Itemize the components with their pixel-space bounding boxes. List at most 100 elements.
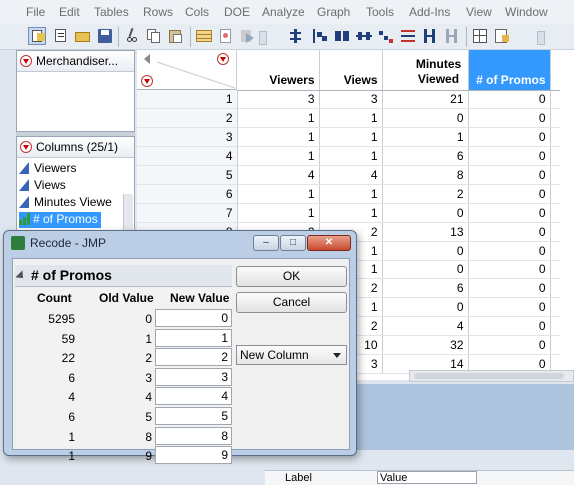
table-row[interactable]: 1110 bbox=[237, 127, 560, 148]
table-row[interactable]: 3 3 21 0 bbox=[237, 90, 560, 110]
scrollbar-thumb[interactable] bbox=[414, 373, 564, 379]
table-cell[interactable]: 0 bbox=[382, 260, 469, 280]
close-button[interactable]: ✕ bbox=[307, 235, 351, 251]
table-cell[interactable]: 4 bbox=[237, 165, 320, 185]
table-row[interactable]: 1160 bbox=[237, 146, 560, 167]
column-item-viewers[interactable]: Viewers bbox=[19, 161, 76, 177]
new-table-icon[interactable] bbox=[28, 27, 46, 45]
header-views[interactable]: Views bbox=[319, 50, 383, 91]
menu-analyze[interactable]: Analyze bbox=[262, 5, 305, 19]
table-cell[interactable]: 21 bbox=[382, 90, 469, 110]
recode-new-value-input[interactable]: 5 bbox=[155, 407, 232, 425]
row-number[interactable]: 6 bbox=[137, 184, 238, 204]
table-cell[interactable]: 0 bbox=[468, 335, 551, 355]
table-cell[interactable]: 4 bbox=[319, 165, 383, 185]
fit-y-by-x-icon[interactable] bbox=[311, 27, 329, 45]
table-cell[interactable]: 1 bbox=[319, 108, 383, 129]
recode-new-value-input[interactable]: 2 bbox=[155, 348, 232, 367]
header-viewers[interactable]: Viewers bbox=[237, 50, 320, 91]
row-number[interactable]: 7 bbox=[137, 203, 238, 223]
table-cell[interactable]: 0 bbox=[382, 203, 469, 223]
table-cell[interactable]: 13 bbox=[382, 222, 469, 242]
table-cell[interactable]: 2 bbox=[382, 184, 469, 204]
recode-new-value-input[interactable]: 0 bbox=[155, 309, 232, 327]
table-cell[interactable]: 0 bbox=[382, 297, 469, 318]
column-item-num-promos[interactable]: # of Promos bbox=[19, 212, 101, 228]
table-cell[interactable]: 1 bbox=[237, 146, 320, 167]
table-cell[interactable]: 4 bbox=[382, 316, 469, 337]
control-chart-icon[interactable] bbox=[399, 27, 417, 45]
row-number-row[interactable]: 6 bbox=[137, 184, 238, 204]
table-cell[interactable]: 0 bbox=[382, 108, 469, 129]
table-cell[interactable]: 0 bbox=[468, 127, 551, 148]
paste-icon[interactable] bbox=[167, 27, 185, 45]
menu-rows[interactable]: Rows bbox=[143, 5, 173, 19]
table-cell[interactable]: 1 bbox=[237, 203, 320, 223]
table-cell[interactable]: 0 bbox=[468, 165, 551, 185]
layout-icon[interactable] bbox=[443, 27, 461, 45]
row-number-row[interactable]: 1 bbox=[137, 90, 238, 110]
table-row[interactable]: 1100 bbox=[237, 203, 560, 223]
new-script-icon[interactable] bbox=[52, 27, 70, 45]
cancel-button[interactable]: Cancel bbox=[236, 292, 347, 313]
menu-view[interactable]: View bbox=[466, 5, 492, 19]
horizontal-scrollbar[interactable] bbox=[409, 370, 574, 382]
copy-icon[interactable] bbox=[145, 27, 163, 45]
time-series-icon[interactable] bbox=[377, 27, 395, 45]
row-number[interactable]: 5 bbox=[137, 165, 238, 185]
table-cell[interactable]: 3 bbox=[319, 90, 383, 110]
table-cell[interactable]: 1 bbox=[237, 184, 320, 204]
graph-builder-icon[interactable] bbox=[421, 27, 439, 45]
minimize-button[interactable]: – bbox=[253, 235, 279, 251]
column-item-views[interactable]: Views bbox=[19, 178, 66, 194]
row-number-row[interactable]: 3 bbox=[137, 127, 238, 148]
table-cell[interactable]: 1 bbox=[319, 127, 383, 148]
open-icon[interactable] bbox=[74, 27, 92, 45]
row-number-row[interactable]: 2 bbox=[137, 108, 238, 129]
recode-new-value-input[interactable]: 9 bbox=[155, 446, 232, 465]
table-menu-red-triangle-icon[interactable] bbox=[20, 55, 32, 67]
table-cell[interactable]: 0 bbox=[468, 90, 551, 110]
table-cell[interactable]: 0 bbox=[468, 184, 551, 204]
row-number[interactable]: 3 bbox=[137, 127, 238, 148]
table-row[interactable]: 4480 bbox=[237, 165, 560, 185]
menu-tables[interactable]: Tables bbox=[94, 5, 129, 19]
recode-new-value-input[interactable]: 3 bbox=[155, 367, 232, 386]
menu-cols[interactable]: Cols bbox=[185, 5, 209, 19]
table-cell[interactable]: 0 bbox=[468, 316, 551, 337]
table-cell[interactable]: 0 bbox=[382, 241, 469, 261]
row-number-row[interactable]: 5 bbox=[137, 165, 238, 185]
columns-menu-red-triangle-icon[interactable] bbox=[20, 141, 32, 153]
journal-icon[interactable] bbox=[493, 27, 511, 45]
header-minutes-viewed[interactable]: Minutes Viewed bbox=[382, 50, 469, 91]
table-cell[interactable]: 0 bbox=[468, 241, 551, 261]
table-cell[interactable]: 3 bbox=[237, 90, 320, 110]
column-item-minutes-viewed[interactable]: Minutes Viewe bbox=[19, 195, 112, 211]
toolbar-overflow-chevron[interactable] bbox=[259, 31, 267, 45]
maximize-button[interactable]: □ bbox=[280, 235, 306, 251]
recode-new-value-input[interactable]: 8 bbox=[155, 426, 232, 445]
menu-file[interactable]: File bbox=[26, 5, 45, 19]
table-cell[interactable]: 32 bbox=[382, 335, 469, 355]
recode-new-value-input[interactable]: 4 bbox=[155, 387, 232, 406]
toolbar-overflow-chevron-2[interactable] bbox=[537, 31, 545, 45]
recode-mode-select[interactable]: New Column bbox=[236, 345, 347, 365]
table-panel-header[interactable]: Merchandiser... bbox=[17, 51, 134, 72]
row-number-row[interactable]: 7 bbox=[137, 203, 238, 223]
run-icon[interactable] bbox=[238, 27, 256, 45]
data-table-icon[interactable] bbox=[195, 27, 213, 45]
status-value-field[interactable]: Value bbox=[377, 471, 477, 484]
row-number[interactable]: 2 bbox=[137, 108, 238, 129]
table-cell[interactable]: 0 bbox=[468, 297, 551, 318]
table-cell[interactable]: 1 bbox=[319, 184, 383, 204]
table-cell[interactable]: 0 bbox=[468, 222, 551, 242]
columns-scrollbar[interactable] bbox=[123, 194, 133, 234]
table-cell[interactable]: 0 bbox=[468, 260, 551, 280]
table-cell[interactable]: 6 bbox=[382, 278, 469, 299]
table-cell[interactable]: 0 bbox=[468, 278, 551, 299]
table-grid-icon[interactable] bbox=[471, 27, 489, 45]
menu-tools[interactable]: Tools bbox=[366, 5, 394, 19]
table-cell[interactable]: 1 bbox=[382, 127, 469, 148]
table-cell[interactable]: 1 bbox=[237, 127, 320, 148]
table-cell[interactable]: 0 bbox=[468, 146, 551, 167]
